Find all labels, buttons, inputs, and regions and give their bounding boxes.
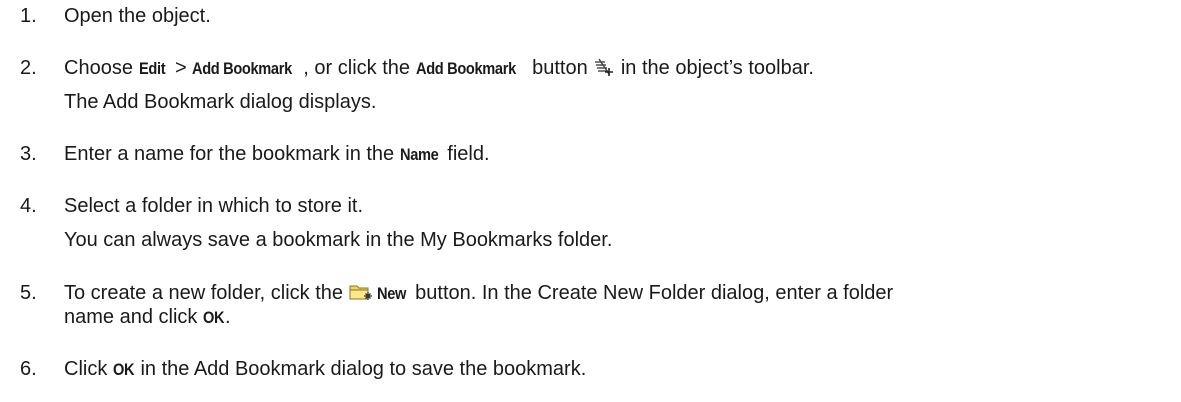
step-6-text: Click OK in the Add Bookmark dialog to s… (64, 357, 586, 382)
text-run: in the object’s toolbar. (615, 57, 814, 79)
text-run: button (526, 57, 594, 79)
add-bookmark-icon (593, 57, 615, 83)
add-bookmark-button-label: Add Bookmark (415, 59, 516, 78)
text-run: field. (441, 143, 490, 165)
step-4-text: Select a folder in which to store it. (64, 194, 363, 218)
text-run: . (224, 306, 231, 328)
text-run: To create a new folder, click the (64, 282, 349, 304)
name-field-label: Name (399, 145, 439, 164)
step-number: 4. (20, 195, 37, 217)
step-5-text: To create a new folder, click the New bu… (64, 281, 893, 308)
new-button-label: New (376, 284, 406, 303)
text-run: in the Add Bookmark dialog to save the b… (134, 358, 587, 380)
step-2-text: Choose Edit > Add Bookmark, or click the… (64, 56, 814, 83)
menu-add-bookmark-label: Add Bookmark (192, 59, 293, 78)
step-number: 2. (20, 57, 37, 79)
step-4-note: You can always save a bookmark in the My… (64, 228, 612, 252)
text-run: name and click (64, 306, 203, 328)
menu-edit-label: Edit (138, 59, 166, 78)
step-text: Select a folder in which to store it. (64, 195, 364, 217)
text-run: button. In the Create New Folder dialog,… (409, 282, 894, 304)
step-text: Open the object. (64, 5, 211, 27)
text-run: > (169, 57, 193, 79)
step-1-text: Open the object. (64, 4, 211, 28)
text-run: Click (64, 358, 113, 380)
step-note: The Add Bookmark dialog displays. (64, 91, 377, 113)
step-number: 1. (20, 5, 37, 27)
step-note: You can always save a bookmark in the My… (64, 229, 613, 251)
step-number: 5. (20, 282, 37, 304)
step-number: 6. (20, 358, 37, 380)
ok-button-label: OK (112, 360, 135, 379)
text-run: , or click the (303, 57, 416, 79)
step-3-text: Enter a name for the bookmark in the Nam… (64, 142, 490, 167)
step-2-note: The Add Bookmark dialog displays. (64, 90, 376, 114)
step-5-text-cont: name and click OK. (64, 305, 231, 330)
text-run: Choose (64, 57, 139, 79)
text-run: Enter a name for the bookmark in the (64, 143, 400, 165)
ok-button-label: OK (202, 308, 225, 327)
new-folder-icon (349, 282, 373, 308)
step-number: 3. (20, 143, 37, 165)
